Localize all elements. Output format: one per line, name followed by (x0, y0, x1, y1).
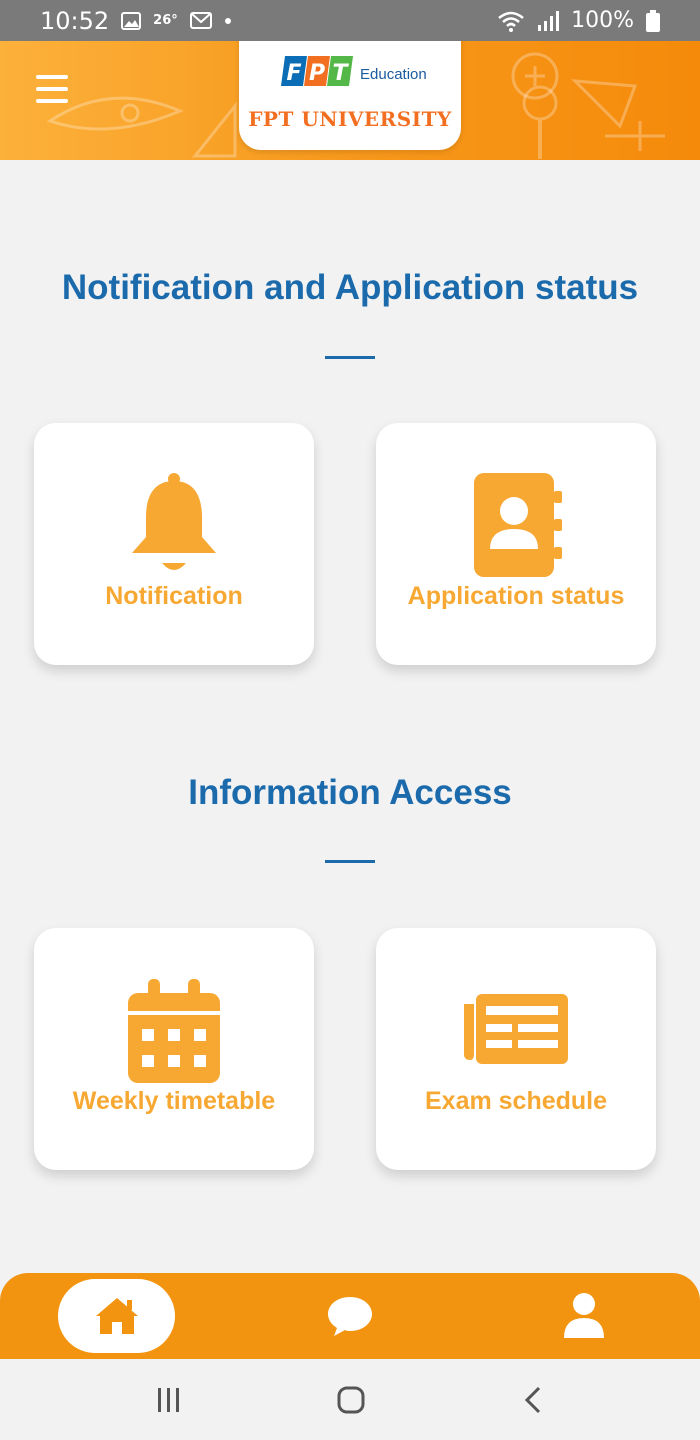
fpt-logo-letter-t: T (332, 61, 349, 86)
app-header: F P T Education FPT UNIVERSITY (0, 41, 700, 160)
signal-icon (537, 10, 560, 31)
section-title-notification: Notification and Application status (61, 268, 639, 307)
weekly-timetable-label: Weekly timetable (72, 1087, 276, 1115)
university-name: FPT UNIVERSITY (248, 107, 452, 131)
status-bar: 10:52 26° 100% (0, 0, 700, 41)
contact-book-icon (376, 473, 656, 577)
notification-label: Notification (105, 582, 243, 610)
status-bar-right: 100% (497, 8, 660, 33)
wifi-icon (497, 10, 525, 32)
menu-bar-top (36, 75, 68, 79)
section-underline (325, 860, 375, 863)
calendar-icon (34, 979, 314, 1083)
logo-subtitle: Education (360, 66, 427, 83)
system-home-button[interactable] (316, 1359, 386, 1440)
dot-icon (224, 17, 232, 25)
fpt-logo-letter-f: F (286, 61, 301, 86)
status-bar-left: 10:52 26° (40, 7, 232, 35)
back-icon (524, 1386, 541, 1413)
home-icon (95, 1298, 138, 1334)
fpt-logo-letter-p: P (309, 61, 325, 86)
status-temperature: 26° (153, 13, 178, 28)
recent-apps-button[interactable] (134, 1359, 204, 1440)
back-button[interactable] (498, 1359, 568, 1440)
bell-icon (34, 473, 314, 577)
magnifier-doodle-icon (522, 85, 558, 159)
airplane-doodle-icon (605, 121, 665, 151)
image-icon (121, 11, 142, 30)
application-status-label: Application status (407, 582, 625, 610)
status-time: 10:52 (40, 6, 110, 35)
battery-icon (646, 9, 660, 32)
hamburger-menu-icon[interactable] (36, 75, 68, 103)
status-battery-text: 100% (571, 8, 634, 33)
gmail-icon (189, 12, 212, 29)
notification-card[interactable]: Notification (34, 423, 314, 665)
section-underline (325, 356, 375, 359)
menu-bar-bottom (36, 99, 68, 103)
nav-home-button[interactable] (58, 1279, 175, 1353)
exam-schedule-label: Exam schedule (424, 1087, 608, 1115)
recent-apps-icon (158, 1387, 179, 1412)
exam-schedule-card[interactable]: Exam schedule (376, 928, 656, 1170)
nav-profile-button[interactable] (534, 1273, 634, 1359)
application-status-card[interactable]: Application status (376, 423, 656, 665)
fpt-logo-icon: F P T (281, 56, 353, 86)
weekly-timetable-card[interactable]: Weekly timetable (34, 928, 314, 1170)
user-icon (564, 1293, 604, 1338)
fpt-logo-card: F P T Education FPT UNIVERSITY (239, 41, 461, 150)
chat-icon (328, 1297, 372, 1336)
bottom-navigation (0, 1273, 700, 1359)
ruler-doodle-icon (191, 101, 237, 158)
menu-bar-middle (36, 87, 68, 91)
section-title-information: Information Access (188, 773, 512, 812)
newspaper-icon (376, 994, 656, 1066)
nav-chat-button[interactable] (300, 1273, 400, 1359)
home-circle-icon (337, 1386, 365, 1413)
system-navigation-bar (0, 1359, 700, 1440)
